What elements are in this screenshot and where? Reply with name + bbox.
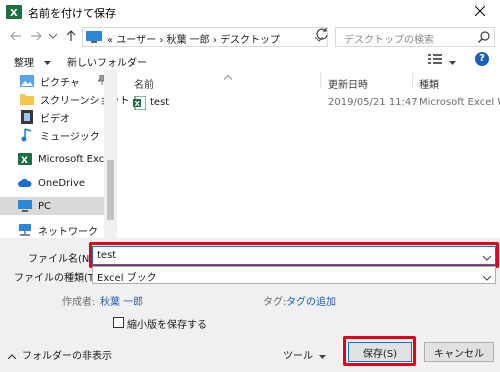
filename-label: ファイル名(N): bbox=[28, 254, 97, 265]
hide-folders-label: フォルダーの非表示 bbox=[22, 351, 112, 362]
navigation-scrollbar[interactable] bbox=[104, 70, 117, 238]
tags-label: タグ: bbox=[263, 297, 287, 308]
table-row[interactable]: X test 2019/05/21 11:47 Microsoft Excel … bbox=[117, 94, 500, 112]
thumbnail-checkbox[interactable] bbox=[113, 317, 124, 328]
svg-text:X: X bbox=[135, 100, 141, 108]
sidebar-item-network[interactable]: ネットワーク bbox=[18, 221, 98, 239]
search-input[interactable]: デスクトップの検索 bbox=[335, 27, 495, 47]
view-options-icon[interactable] bbox=[428, 53, 444, 68]
filetype-label: ファイルの種類(T): bbox=[14, 273, 102, 284]
command-toolbar: 整理 新しいフォルダー ? bbox=[0, 50, 500, 70]
chevron-down-icon bbox=[49, 33, 57, 39]
sidebar-item-label: ビデオ bbox=[40, 113, 70, 125]
refresh-icon[interactable] bbox=[315, 27, 329, 44]
scrollbar-thumb[interactable] bbox=[107, 160, 114, 220]
column-divider[interactable] bbox=[412, 73, 413, 89]
breadcrumb[interactable]: « ユーザー › 秋葉 一郎 › デスクトップ bbox=[107, 31, 280, 46]
sidebar-item-pc[interactable]: PC bbox=[0, 197, 104, 215]
close-button[interactable] bbox=[460, 0, 500, 24]
pictures-icon bbox=[20, 74, 34, 88]
svg-text:X: X bbox=[10, 8, 18, 19]
sidebar-item-label: Microsoft Excel bbox=[38, 153, 114, 165]
forward-button[interactable] bbox=[28, 28, 44, 44]
file-type: Microsoft Excel W... bbox=[419, 97, 500, 108]
caret-down-icon[interactable] bbox=[449, 55, 456, 68]
breadcrumb-users[interactable]: ユーザー bbox=[116, 35, 156, 46]
onedrive-icon bbox=[18, 176, 32, 190]
organize-button[interactable]: 整理 bbox=[14, 54, 34, 69]
author-label: 作成者: bbox=[62, 297, 96, 308]
filetype-value: Excel ブック bbox=[97, 273, 157, 284]
sidebar-item-label: OneDrive bbox=[38, 177, 86, 189]
sidebar-item-label: ピクチャ bbox=[40, 77, 80, 89]
cancel-button[interactable]: キャンセル bbox=[424, 342, 494, 362]
network-icon bbox=[18, 223, 32, 237]
new-folder-button[interactable]: 新しいフォルダー bbox=[67, 54, 147, 69]
video-icon bbox=[20, 110, 34, 124]
address-bar[interactable]: « ユーザー › 秋葉 一郎 › デスクトップ bbox=[82, 27, 328, 47]
sort-ascending-icon bbox=[223, 70, 233, 83]
sidebar-item-pictures[interactable]: ピクチャ bbox=[20, 72, 108, 90]
column-header-name[interactable]: 名前 bbox=[134, 76, 154, 91]
sidebar-item-excel[interactable]: X Microsoft Excel bbox=[18, 150, 113, 168]
tools-label: ツール bbox=[283, 351, 313, 362]
thumbnail-label[interactable]: 縮小版を保存する bbox=[127, 316, 207, 331]
column-header-type[interactable]: 種類 bbox=[419, 76, 439, 91]
caret-down-icon[interactable] bbox=[44, 55, 51, 68]
file-name: test bbox=[150, 97, 170, 108]
arrow-right-icon bbox=[31, 31, 42, 41]
filetype-select[interactable]: Excel ブック bbox=[92, 266, 496, 284]
sidebar-item-videos[interactable]: ビデオ bbox=[20, 108, 70, 126]
breadcrumb-desktop[interactable]: デスクトップ bbox=[220, 35, 280, 46]
excel-icon: X bbox=[6, 4, 22, 20]
sidebar-item-label: PC bbox=[38, 200, 52, 212]
sidebar-item-onedrive[interactable]: OneDrive bbox=[18, 174, 85, 192]
sidebar-item-label: ネットワーク bbox=[38, 226, 98, 238]
column-header-modified[interactable]: 更新日時 bbox=[328, 76, 368, 91]
save-form: ファイル名(N): test ファイルの種類(T): Excel ブック 作成者… bbox=[0, 238, 500, 372]
sidebar-item-music[interactable]: ミュージック bbox=[20, 126, 100, 144]
music-icon bbox=[20, 128, 34, 142]
tools-button[interactable]: ツール bbox=[283, 347, 326, 362]
window-title: 名前を付けて保存 bbox=[28, 7, 116, 20]
sidebar-item-label: ミュージック bbox=[40, 131, 100, 143]
svg-text:X: X bbox=[21, 156, 28, 166]
chevron-down-icon[interactable] bbox=[482, 271, 492, 284]
arrow-left-icon bbox=[10, 31, 21, 41]
excel-icon: X bbox=[18, 152, 32, 166]
search-placeholder: デスクトップの検索 bbox=[344, 35, 434, 46]
breadcrumb-separator: › bbox=[159, 35, 164, 46]
file-list: 名前 更新日時 種類 X test 2019/05/21 11:47 Micro… bbox=[117, 70, 500, 238]
help-icon[interactable]: ? bbox=[475, 52, 489, 66]
back-button[interactable] bbox=[8, 28, 24, 44]
chevron-up-icon bbox=[7, 351, 17, 362]
search-icon[interactable] bbox=[478, 31, 490, 46]
navigation-bar: « ユーザー › 秋葉 一郎 › デスクトップ デスクトップの検索 bbox=[0, 24, 500, 50]
save-highlight bbox=[343, 336, 416, 366]
excel-file-icon: X bbox=[133, 95, 147, 113]
caret-down-icon bbox=[319, 351, 326, 362]
breadcrumb-user[interactable]: 秋葉 一郎 bbox=[167, 35, 210, 46]
hide-folders-button[interactable]: フォルダーの非表示 bbox=[7, 347, 112, 362]
author-value[interactable]: 秋葉 一郎 bbox=[100, 293, 143, 308]
desktop-icon bbox=[86, 31, 102, 46]
breadcrumb-overflow[interactable]: « bbox=[107, 35, 113, 46]
up-button[interactable] bbox=[63, 28, 79, 44]
pc-icon bbox=[18, 199, 32, 213]
tags-value[interactable]: タグの追加 bbox=[286, 293, 336, 308]
navigation-pane: ピクチャ スクリーンショット ビデオ ミュージック X Microsoft Ex… bbox=[0, 70, 130, 239]
title-bar: X 名前を付けて保存 bbox=[0, 0, 500, 24]
filename-highlight bbox=[89, 242, 499, 268]
column-divider[interactable] bbox=[320, 73, 321, 89]
file-modified: 2019/05/21 11:47 bbox=[328, 97, 418, 108]
arrow-up-icon bbox=[66, 30, 76, 41]
folder-icon bbox=[20, 92, 34, 106]
recent-locations-button[interactable] bbox=[45, 28, 61, 44]
breadcrumb-separator: › bbox=[212, 35, 217, 46]
close-icon bbox=[474, 5, 486, 19]
